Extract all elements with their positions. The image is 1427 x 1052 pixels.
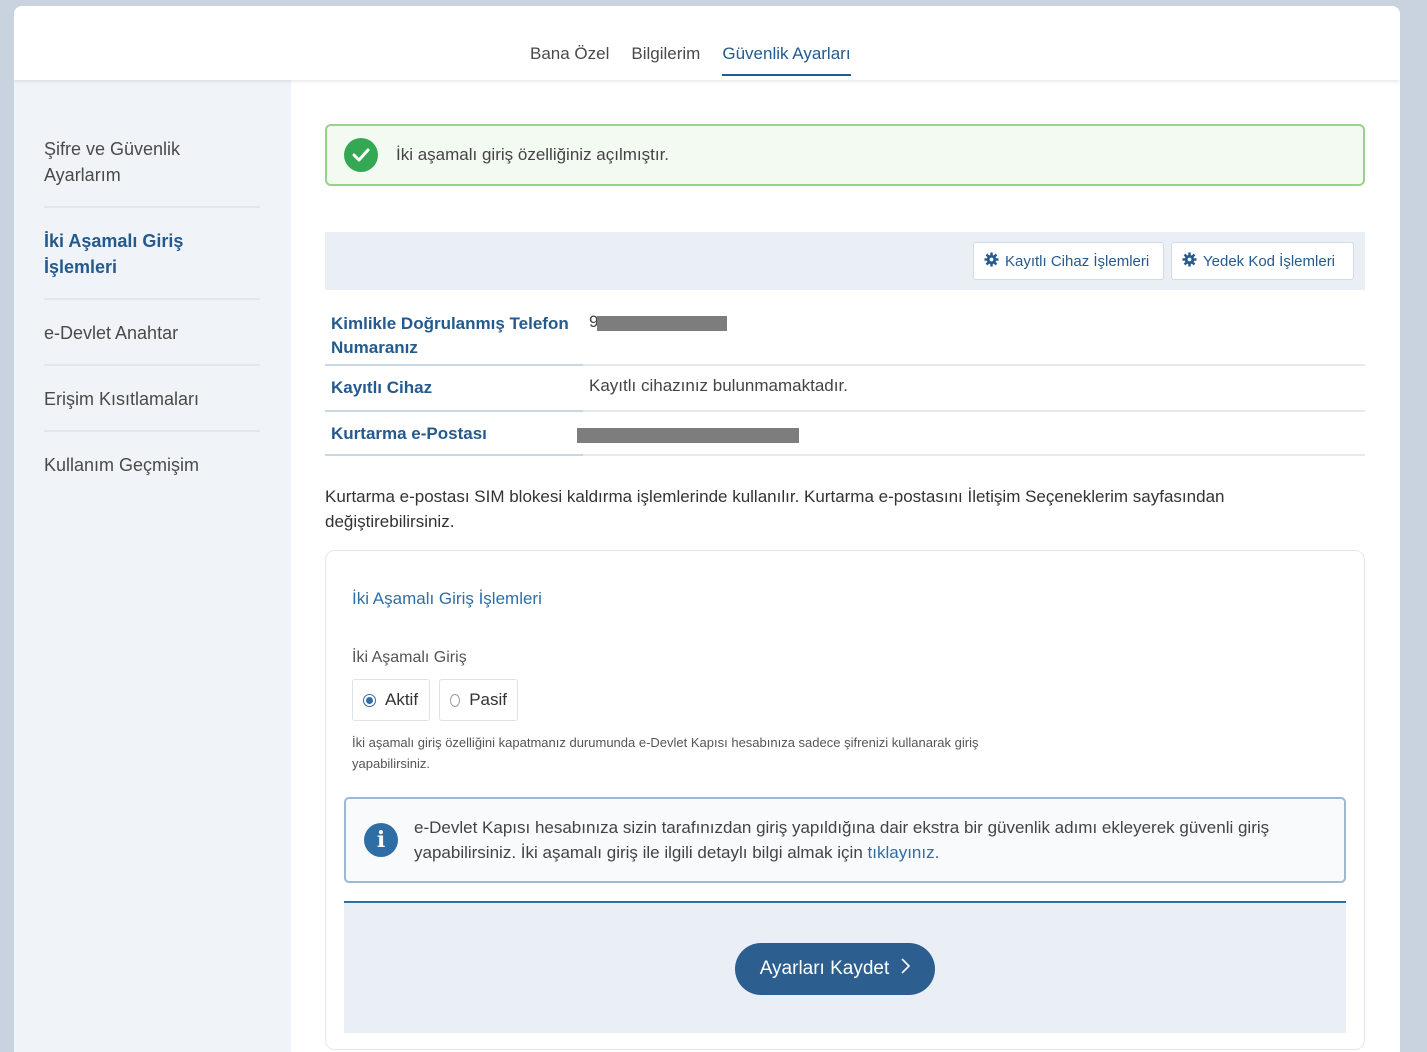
- success-alert: İki aşamalı giriş özelliğiniz açılmıştır…: [325, 124, 1365, 186]
- row-divider: [325, 364, 583, 366]
- info-message: e-Devlet Kapısı hesabınıza sizin tarafın…: [414, 818, 1270, 862]
- row-divider: [583, 454, 1365, 456]
- sidebar-item-kullanim-gecmisim[interactable]: Kullanım Geçmişim: [44, 452, 260, 478]
- sidebar: Şifre ve Güvenlik Ayarlarım İki Aşamalı …: [14, 80, 290, 1052]
- save-settings-label: Ayarları Kaydet: [759, 958, 890, 979]
- check-icon: [344, 138, 378, 172]
- form-footer: Ayarları Kaydet: [344, 901, 1346, 1033]
- chevron-right-icon: [901, 958, 911, 980]
- card-title: İki Aşamalı Giriş İşlemleri: [352, 589, 542, 608]
- sidebar-divider: [44, 430, 260, 432]
- row-divider: [325, 454, 583, 456]
- action-toolbar: Kayıtlı Cihaz İşlemleri Yedek Kod İşleml…: [325, 232, 1365, 290]
- gear-icon: [984, 251, 999, 271]
- help-text: İki aşamalı giriş özelliğini kapatmanız …: [352, 735, 979, 771]
- gear-icon: [1182, 251, 1197, 271]
- main-content: İki aşamalı giriş özelliğiniz açılmıştır…: [291, 80, 1400, 1052]
- radio-unselected-icon: [450, 693, 461, 707]
- two-factor-field-label: İki Aşamalı Giriş: [352, 649, 467, 666]
- radio-aktif-label: Aktif: [385, 690, 419, 709]
- save-settings-button[interactable]: Ayarları Kaydet: [735, 943, 935, 995]
- radio-pasif[interactable]: Pasif: [439, 679, 518, 721]
- redacted-phone: [597, 316, 727, 331]
- sidebar-divider: [44, 206, 260, 208]
- radio-pasif-label: Pasif: [469, 690, 507, 709]
- email-label: Kurtarma e-Postası: [331, 424, 487, 443]
- sidebar-item-erisim-kisitlamalari[interactable]: Erişim Kısıtlamaları: [44, 386, 260, 412]
- app-frame: Bana Özel Bilgilerim Güvenlik Ayarları Ş…: [14, 6, 1400, 1052]
- details-link[interactable]: tıklayınız.: [868, 843, 940, 862]
- row-divider: [583, 364, 1365, 366]
- recovery-email-note: Kurtarma e-postası SIM blokesi kaldırma …: [325, 487, 1225, 531]
- backup-code-button[interactable]: Yedek Kod İşlemleri: [1171, 242, 1354, 280]
- top-navigation: Bana Özel Bilgilerim Güvenlik Ayarları: [14, 6, 1400, 80]
- info-icon: i: [364, 823, 398, 857]
- sidebar-divider: [44, 364, 260, 366]
- backup-code-button-label: Yedek Kod İşlemleri: [1203, 252, 1336, 270]
- radio-selected-icon: [363, 693, 376, 707]
- device-value: Kayıtlı cihazınız bulunmamaktadır.: [589, 376, 848, 395]
- info-box: i e-Devlet Kapısı hesabınıza sizin taraf…: [344, 797, 1346, 883]
- sidebar-item-e-devlet-anahtar[interactable]: e-Devlet Anahtar: [44, 320, 260, 346]
- info-text: e-Devlet Kapısı hesabınıza sizin tarafın…: [414, 815, 1314, 865]
- success-message: İki aşamalı giriş özelliğiniz açılmıştır…: [396, 145, 670, 164]
- tab-bana-ozel[interactable]: Bana Özel: [530, 44, 609, 76]
- registered-device-button-label: Kayıtlı Cihaz İşlemleri: [1005, 252, 1150, 270]
- tab-bilgilerim[interactable]: Bilgilerim: [631, 44, 700, 76]
- row-divider: [583, 410, 1365, 412]
- sidebar-item-sifre-guvenlik[interactable]: Şifre ve Güvenlik Ayarlarım: [44, 136, 260, 188]
- tab-guvenlik-ayarlari[interactable]: Güvenlik Ayarları: [722, 44, 851, 76]
- sidebar-divider: [44, 298, 260, 300]
- registered-device-button[interactable]: Kayıtlı Cihaz İşlemleri: [973, 242, 1164, 280]
- radio-aktif[interactable]: Aktif: [352, 679, 430, 721]
- device-label: Kayıtlı Cihaz: [331, 378, 433, 397]
- redacted-email: [577, 428, 799, 443]
- sidebar-item-iki-asamali-giris[interactable]: İki Aşamalı Giriş İşlemleri: [44, 228, 260, 280]
- phone-label: Kimlikle Doğrulanmış Telefon Numaranız: [331, 314, 569, 357]
- row-divider: [325, 410, 583, 412]
- tab-bar: Bana Özel Bilgilerim Güvenlik Ayarları: [530, 44, 851, 76]
- two-factor-card: İki Aşamalı Giriş İşlemleri İki Aşamalı …: [325, 550, 1365, 1050]
